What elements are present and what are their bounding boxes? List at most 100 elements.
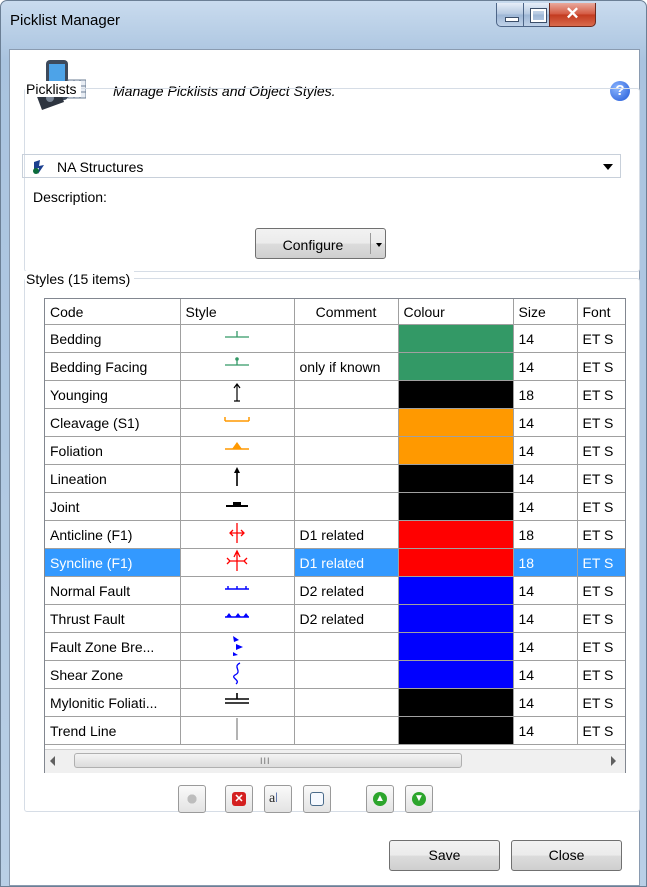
move-down-button[interactable]: ▼: [405, 785, 433, 813]
cell-code[interactable]: Trend Line: [45, 716, 181, 745]
column-header-colour[interactable]: Colour: [398, 299, 514, 325]
cell-colour[interactable]: [398, 352, 514, 381]
cell-style[interactable]: [180, 408, 295, 437]
table-row[interactable]: Anticline (F1) D1 related 18 ET S: [45, 520, 625, 549]
table-row[interactable]: Cleavage (S1) 14 ET S: [45, 408, 625, 437]
cell-font[interactable]: ET S: [577, 464, 625, 493]
cell-code[interactable]: Foliation: [45, 436, 181, 465]
edit-style-button[interactable]: [303, 785, 331, 813]
table-row[interactable]: Bedding Facing only if known 14 ET S: [45, 352, 625, 381]
column-header-code[interactable]: Code: [45, 299, 181, 325]
table-row[interactable]: Lineation 14 ET S: [45, 464, 625, 493]
cell-comment[interactable]: [294, 492, 399, 521]
cell-style[interactable]: [180, 688, 295, 717]
cell-code[interactable]: Lineation: [45, 464, 181, 493]
cell-font[interactable]: ET S: [577, 604, 625, 633]
font-button[interactable]: aǀ: [264, 785, 292, 813]
cell-font[interactable]: ET S: [577, 408, 625, 437]
cell-colour[interactable]: [398, 436, 514, 465]
styles-grid[interactable]: Code Style Comment Colour Size Font Bedd…: [44, 298, 626, 773]
table-row[interactable]: Thrust Fault D2 related 14 ET S: [45, 604, 625, 633]
cell-colour[interactable]: [398, 408, 514, 437]
cell-font[interactable]: ET S: [577, 688, 625, 717]
column-header-comment[interactable]: Comment: [294, 299, 399, 325]
cell-size[interactable]: 14: [513, 436, 578, 465]
minimize-button[interactable]: [496, 3, 524, 27]
column-header-style[interactable]: Style: [180, 299, 295, 325]
cell-font[interactable]: ET S: [577, 632, 625, 661]
add-style-button[interactable]: [178, 785, 206, 813]
cell-colour[interactable]: [398, 520, 514, 549]
table-row[interactable]: Shear Zone 14 ET S: [45, 660, 625, 689]
cell-comment[interactable]: [294, 408, 399, 437]
cell-comment[interactable]: D2 related: [294, 604, 399, 633]
cell-code[interactable]: Normal Fault: [45, 576, 181, 605]
cell-code[interactable]: Shear Zone: [45, 660, 181, 689]
cell-comment[interactable]: only if known: [294, 352, 399, 381]
configure-button[interactable]: Configure: [255, 228, 386, 259]
scroll-thumb[interactable]: III: [74, 753, 462, 768]
table-row[interactable]: Syncline (F1) D1 related 18 ET S: [45, 548, 625, 577]
cell-font[interactable]: ET S: [577, 548, 625, 577]
cell-comment[interactable]: [294, 688, 399, 717]
cell-style[interactable]: [180, 632, 295, 661]
cell-colour[interactable]: [398, 492, 514, 521]
cell-font[interactable]: ET S: [577, 324, 625, 353]
cell-size[interactable]: 14: [513, 352, 578, 381]
cell-font[interactable]: ET S: [577, 576, 625, 605]
cell-style[interactable]: [180, 520, 295, 549]
cell-size[interactable]: 18: [513, 520, 578, 549]
cell-code[interactable]: Anticline (F1): [45, 520, 181, 549]
cell-colour[interactable]: [398, 688, 514, 717]
cell-size[interactable]: 14: [513, 492, 578, 521]
cell-code[interactable]: Bedding Facing: [45, 352, 181, 381]
cell-size[interactable]: 14: [513, 688, 578, 717]
cell-comment[interactable]: [294, 380, 399, 409]
cell-comment[interactable]: [294, 436, 399, 465]
cell-code[interactable]: Younging: [45, 380, 181, 409]
maximize-button[interactable]: [523, 3, 550, 27]
cell-style[interactable]: [180, 716, 295, 745]
cell-code[interactable]: Mylonitic Foliati...: [45, 688, 181, 717]
table-row[interactable]: Normal Fault D2 related 14 ET S: [45, 576, 625, 605]
cell-code[interactable]: Fault Zone Bre...: [45, 632, 181, 661]
column-header-font[interactable]: Font: [577, 299, 625, 325]
scroll-right-icon[interactable]: [611, 756, 616, 766]
cell-colour[interactable]: [398, 716, 514, 745]
cell-font[interactable]: ET S: [577, 660, 625, 689]
cell-colour[interactable]: [398, 660, 514, 689]
close-button[interactable]: Close: [511, 840, 622, 871]
cell-code[interactable]: Bedding: [45, 324, 181, 353]
cell-font[interactable]: ET S: [577, 520, 625, 549]
close-window-button[interactable]: ✕: [549, 3, 596, 27]
cell-style[interactable]: [180, 324, 295, 353]
cell-style[interactable]: [180, 352, 295, 381]
move-up-button[interactable]: ▲: [366, 785, 394, 813]
cell-style[interactable]: [180, 436, 295, 465]
cell-size[interactable]: 14: [513, 576, 578, 605]
cell-code[interactable]: Syncline (F1): [45, 548, 181, 577]
cell-font[interactable]: ET S: [577, 352, 625, 381]
table-row[interactable]: Bedding 14 ET S: [45, 324, 625, 353]
cell-font[interactable]: ET S: [577, 492, 625, 521]
cell-style[interactable]: [180, 604, 295, 633]
cell-font[interactable]: ET S: [577, 380, 625, 409]
table-row[interactable]: Fault Zone Bre... 14 ET S: [45, 632, 625, 661]
column-header-size[interactable]: Size: [513, 299, 578, 325]
cell-size[interactable]: 14: [513, 604, 578, 633]
cell-colour[interactable]: [398, 324, 514, 353]
title-bar[interactable]: Picklist Manager ✕: [1, 1, 646, 35]
cell-code[interactable]: Thrust Fault: [45, 604, 181, 633]
dropdown-arrow-icon[interactable]: [376, 243, 382, 247]
picklist-select[interactable]: NA Structures: [22, 154, 621, 178]
cell-style[interactable]: [180, 660, 295, 689]
cell-font[interactable]: ET S: [577, 436, 625, 465]
table-row[interactable]: Mylonitic Foliati... 14 ET S: [45, 688, 625, 717]
cell-style[interactable]: [180, 380, 295, 409]
cell-code[interactable]: Cleavage (S1): [45, 408, 181, 437]
cell-colour[interactable]: [398, 604, 514, 633]
scroll-left-icon[interactable]: [50, 756, 55, 766]
cell-colour[interactable]: [398, 464, 514, 493]
cell-colour[interactable]: [398, 548, 514, 577]
table-row[interactable]: Younging 18 ET S: [45, 380, 625, 409]
